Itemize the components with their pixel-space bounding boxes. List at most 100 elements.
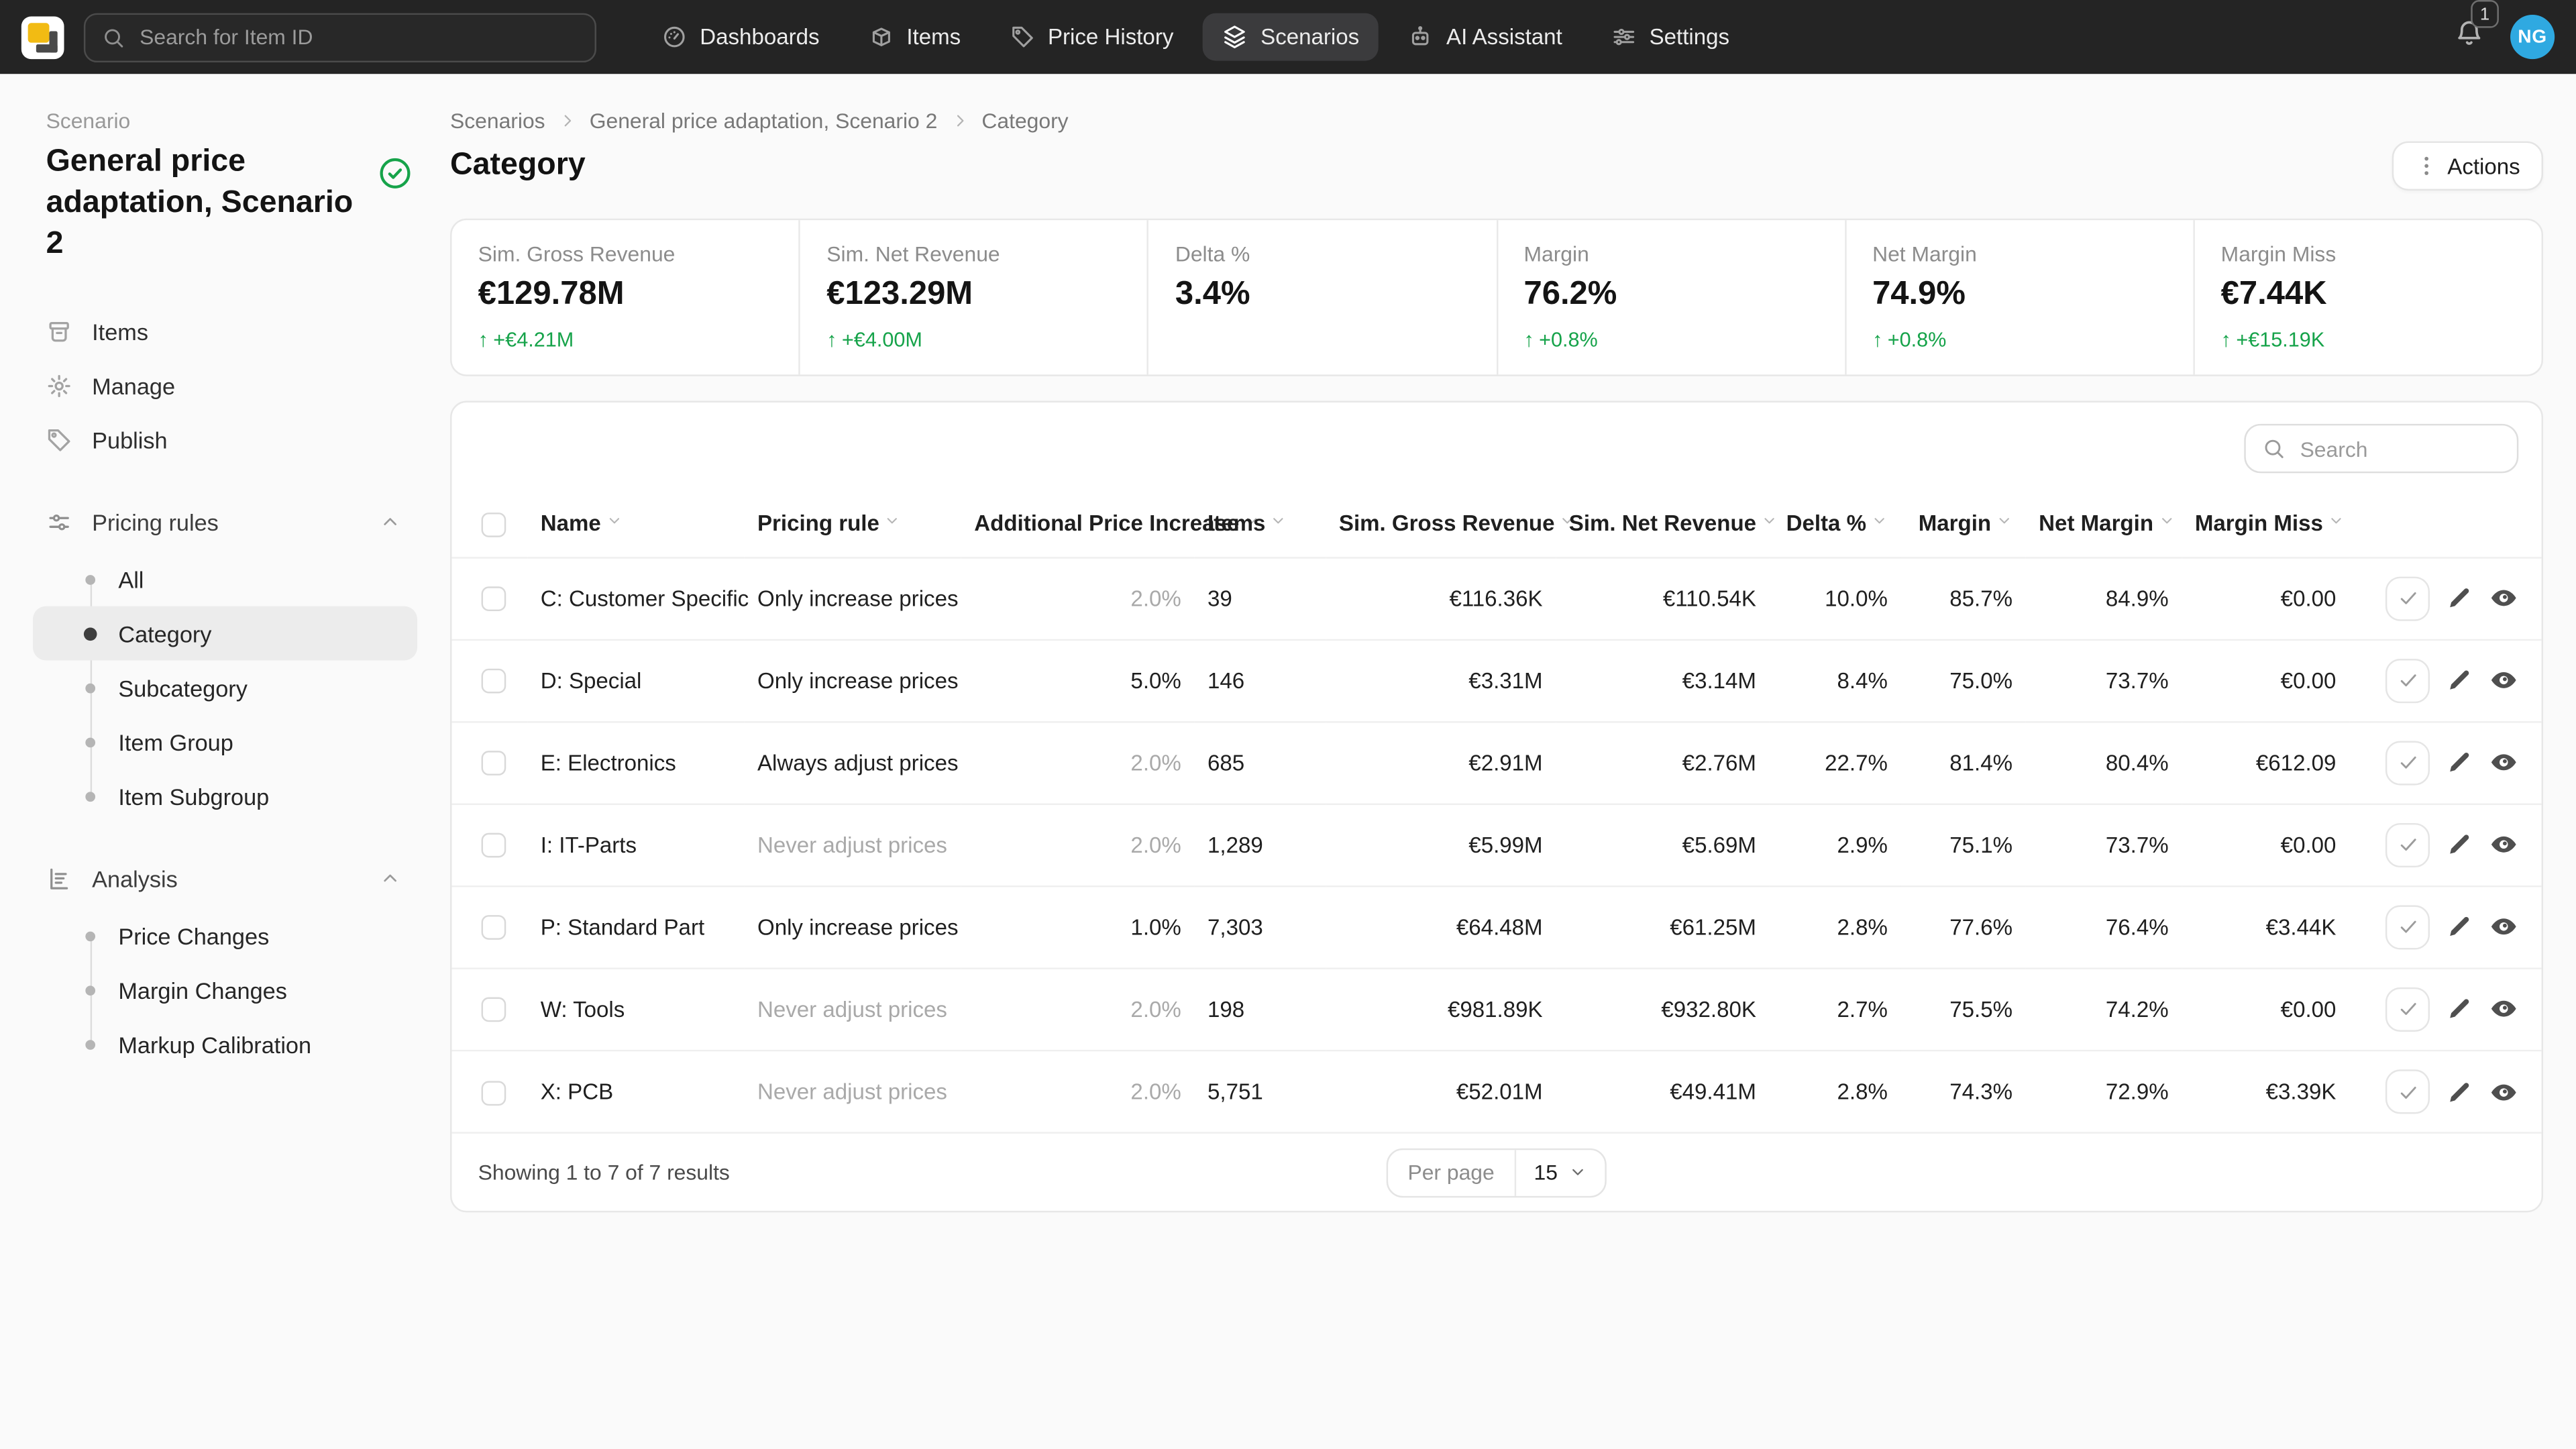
approve-button[interactable] [2385,905,2430,949]
approve-button[interactable] [2385,987,2430,1032]
column-header-name[interactable]: Name [527,494,744,557]
per-page-control: Per page 15 [1387,1148,1607,1197]
sidebar-item-manage[interactable]: Manage [46,358,417,413]
sidebar-group-analysis[interactable]: Analysis [46,851,417,906]
item-search-input[interactable] [136,23,578,51]
actions-button[interactable]: Actions [2392,142,2543,191]
chevron-right-icon [951,112,969,130]
view-button[interactable] [2489,830,2518,860]
cell-items: 1,289 [1194,804,1326,886]
edit-button[interactable] [2447,1079,2473,1105]
view-button[interactable] [2489,666,2518,696]
avatar[interactable]: NG [2510,15,2555,59]
sidebar-item-markup-calibration[interactable]: Markup Calibration [33,1017,417,1071]
column-header-sim-gross-revenue[interactable]: Sim. Gross Revenue [1326,494,1556,557]
check-icon [2396,1081,2419,1104]
row-checkbox[interactable] [482,916,506,941]
nav-item-ai-assistant[interactable]: AI Assistant [1389,13,1582,61]
nav-item-label: AI Assistant [1446,25,1562,50]
table-row-w-tools[interactable]: W: ToolsNever adjust prices2.0%198€981.8… [451,969,2543,1051]
gear-icon [46,372,72,398]
sidebar-item-all[interactable]: All [33,552,417,606]
select-all-checkbox[interactable] [482,513,506,537]
table-search-input[interactable] [2297,435,2501,463]
sidebar-item-item-group[interactable]: Item Group [33,715,417,769]
table-row-x-pcb[interactable]: X: PCBNever adjust prices2.0%5,751€52.01… [451,1051,2543,1132]
column-header-additional-price-increase[interactable]: Additional Price Increase [961,494,1195,557]
column-header-margin[interactable]: Margin [1900,494,2025,557]
sort-icon [884,513,900,529]
per-page-select[interactable]: 15 [1516,1161,1605,1185]
row-checkbox[interactable] [482,669,506,694]
column-header-delta[interactable]: Delta % [1770,494,1901,557]
table-row-p-standard-part[interactable]: P: Standard PartOnly increase prices1.0%… [451,886,2543,968]
edit-button[interactable] [2447,667,2473,694]
sidebar-item-margin-changes[interactable]: Margin Changes [33,963,417,1018]
kpi-delta-value: +0.8% [1888,329,1947,352]
nav-item-price-history[interactable]: Price History [990,13,1193,61]
table-row-e-electronics[interactable]: E: ElectronicsAlways adjust prices2.0%68… [451,722,2543,804]
edit-button[interactable] [2447,914,2473,941]
sidebar-item-item-subgroup[interactable]: Item Subgroup [33,769,417,824]
row-checkbox[interactable] [482,751,506,776]
nav-item-label: Scenarios [1260,25,1359,50]
row-checkbox[interactable] [482,834,506,859]
view-button[interactable] [2489,1077,2518,1107]
nav-item-scenarios[interactable]: Scenarios [1203,13,1379,61]
notifications-button[interactable]: 1 [2455,18,2484,56]
table-row-c-customer-specific[interactable]: C: Customer SpecificOnly increase prices… [451,557,2543,639]
approve-button[interactable] [2385,576,2430,621]
approve-button[interactable] [2385,659,2430,703]
nav-item-items[interactable]: Items [849,13,981,61]
sidebar-menu: ItemsManagePublish [46,305,417,467]
arrow-up-icon: ↑ [1523,329,1534,352]
approve-button[interactable] [2385,1070,2430,1114]
nav-item-settings[interactable]: Settings [1592,13,1750,61]
edit-button[interactable] [2447,996,2473,1022]
column-header-sim-net-revenue[interactable]: Sim. Net Revenue [1556,494,1769,557]
approve-button[interactable] [2385,741,2430,785]
cell-delta: 10.0% [1770,557,1901,639]
column-header-pricing-rule[interactable]: Pricing rule [744,494,961,557]
cell-margin-miss: €0.00 [2182,804,2349,886]
row-checkbox[interactable] [482,587,506,612]
cell-items: 5,751 [1194,1051,1326,1132]
nav-item-dashboards[interactable]: Dashboards [643,13,839,61]
kpi-delta: ↑+€15.19K [2221,329,2516,352]
approve-button[interactable] [2385,823,2430,867]
sidebar-item-category[interactable]: Category [33,606,417,661]
pricing-rules-table: Name Pricing ruleAdditional Price Increas… [451,494,2543,1132]
sidebar-item-items[interactable]: Items [46,305,417,359]
table-row-d-special[interactable]: D: SpecialOnly increase prices5.0%146€3.… [451,640,2543,722]
column-header-net-margin[interactable]: Net Margin [2026,494,2182,557]
edit-button[interactable] [2447,586,2473,612]
sidebar-group-pricing-rules[interactable]: Pricing rules [46,495,417,549]
kpi-value: €7.44K [2221,276,2516,313]
cell-net: €110.54K [1556,557,1769,639]
eye-icon [2489,912,2518,942]
column-header-margin-miss[interactable]: Margin Miss [2182,494,2349,557]
row-checkbox[interactable] [482,998,506,1023]
view-button[interactable] [2489,995,2518,1024]
edit-button[interactable] [2447,832,2473,858]
row-checkbox[interactable] [482,1081,506,1106]
view-button[interactable] [2489,912,2518,942]
view-button[interactable] [2489,584,2518,613]
breadcrumb-scenarios[interactable]: Scenarios [450,109,545,133]
sidebar-item-subcategory[interactable]: Subcategory [33,661,417,715]
app-logo[interactable] [21,15,64,58]
eye-icon [2489,830,2518,860]
cell-items: 685 [1194,722,1326,804]
column-header-label: Name [541,512,601,537]
chevron-down-icon [1569,1164,1587,1182]
view-button[interactable] [2489,748,2518,777]
table-row-i-it-parts[interactable]: I: IT-PartsNever adjust prices2.0%1,289€… [451,804,2543,886]
kpi-delta-value: +€15.19K [2236,329,2324,352]
breadcrumb-general-price-adaptation-scenario-2[interactable]: General price adaptation, Scenario 2 [590,109,938,133]
sidebar-item-publish[interactable]: Publish [46,413,417,467]
sidebar-item-price-changes[interactable]: Price Changes [33,909,417,963]
edit-button[interactable] [2447,750,2473,776]
bullet-dot [85,931,95,941]
column-header-items[interactable]: Items [1194,494,1326,557]
kpi-value: €129.78M [478,276,773,313]
